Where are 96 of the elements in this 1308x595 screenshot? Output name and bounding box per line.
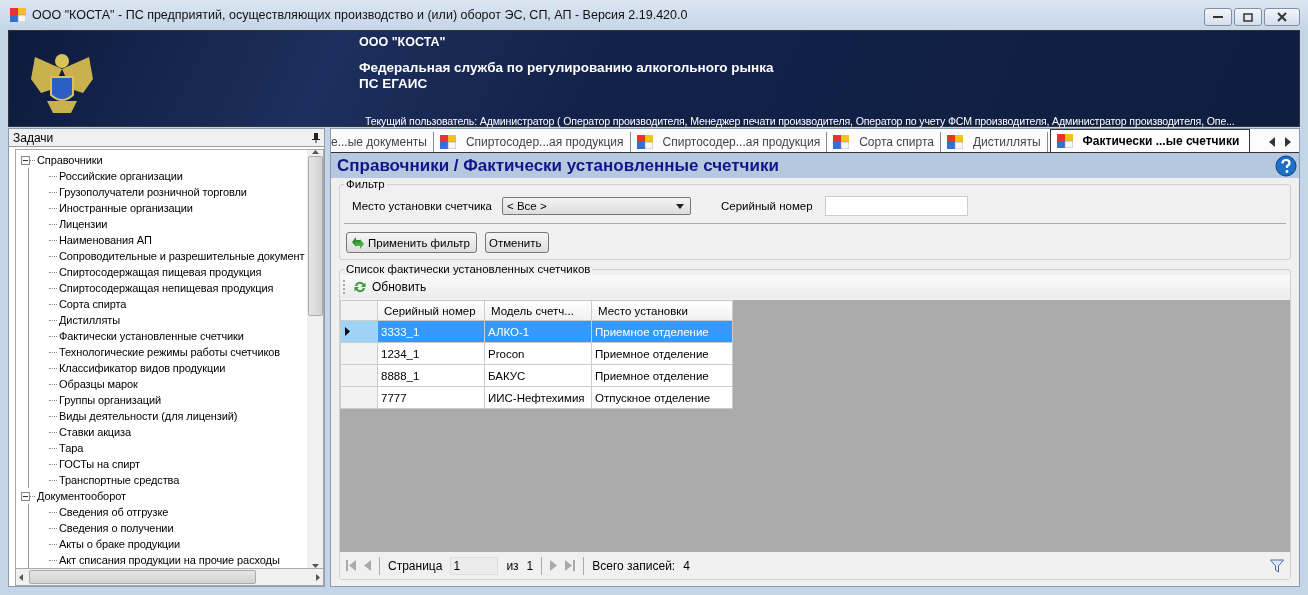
- pin-icon[interactable]: [312, 132, 320, 143]
- tree-item[interactable]: Сведения о получении: [59, 522, 174, 534]
- tree-item[interactable]: Технологические режимы работы счетчиков: [59, 346, 281, 358]
- close-icon: [1277, 12, 1287, 22]
- total-pages: 1: [526, 558, 534, 573]
- table-cell: 7777: [377, 386, 485, 409]
- tree-item[interactable]: Виды деятельности (для лицензий): [59, 410, 238, 422]
- tree-item[interactable]: Сорта спирта: [59, 298, 127, 310]
- document-tab[interactable]: Спиртосодер...ая продукция: [433, 132, 631, 152]
- dropdown-arrow-icon: [676, 203, 684, 209]
- collapse-icon[interactable]: [21, 491, 30, 501]
- table-cell: БАКУС: [484, 364, 592, 387]
- scroll-left-icon[interactable]: [1269, 137, 1276, 147]
- tree-item[interactable]: Тара: [59, 442, 84, 454]
- tree-item[interactable]: Сопроводительные и разрешительные документ: [59, 250, 305, 262]
- total-records-label: Всего записей:: [592, 558, 676, 573]
- minimize-icon: [1213, 15, 1223, 19]
- tree-item[interactable]: Лицензии: [59, 218, 108, 230]
- tree-item[interactable]: Документооборот: [37, 490, 126, 502]
- cancel-button[interactable]: Отменить: [484, 232, 549, 253]
- tree-item[interactable]: Транспортные средства: [59, 474, 180, 486]
- table-cell: Приемное отделение: [591, 364, 733, 387]
- location-dropdown[interactable]: < Все >: [502, 197, 691, 215]
- tree-item[interactable]: Спиртосодержащая пищевая продукция: [59, 266, 262, 278]
- field-label: Серийный номер: [721, 200, 813, 212]
- table-cell: Procon: [484, 342, 592, 365]
- tree-item[interactable]: ГОСТы на спирт: [59, 458, 141, 470]
- tree-item[interactable]: Образцы марок: [59, 378, 138, 390]
- tree-item[interactable]: Акты о браке продукции: [59, 538, 181, 550]
- collapse-icon[interactable]: [21, 155, 30, 165]
- filter-icon[interactable]: [1270, 558, 1284, 573]
- window-icon: [1056, 134, 1073, 148]
- window-icon: [10, 8, 26, 22]
- document-tab[interactable]: е...ые документы: [331, 132, 434, 152]
- tree-item[interactable]: Наименования АП: [59, 234, 152, 246]
- group-title: Список фактически установленных счетчиков: [345, 263, 592, 275]
- window-title: ООО "КОСТА" - ПС предприятий, осуществляющих производство и (или) оборот ЭС, СП, АП - Версия 2.19.420.0: [32, 8, 688, 22]
- arrows-icon: [350, 235, 366, 250]
- group-title: Фильтр: [345, 178, 386, 190]
- window-icon: [636, 135, 653, 149]
- column-header[interactable]: Модель счетч...: [484, 300, 592, 321]
- current-row-icon: [345, 326, 350, 336]
- tree-item[interactable]: Акт списания продукции на прочие расходы: [59, 554, 280, 566]
- tree-item[interactable]: Иностранные организации: [59, 202, 193, 214]
- tree-item[interactable]: Спиртосодержащая непищевая продукция: [59, 282, 274, 294]
- minimize-button[interactable]: [1204, 8, 1232, 26]
- maximize-icon: [1243, 12, 1253, 22]
- tree-item[interactable]: Справочники: [37, 154, 103, 166]
- page-label: Страница: [388, 558, 443, 573]
- tree-item[interactable]: Ставки акциза: [59, 426, 132, 438]
- vertical-scrollbar[interactable]: [307, 150, 323, 568]
- scroll-left-icon[interactable]: [19, 573, 23, 581]
- document-tab[interactable]: Сорта спирта: [827, 132, 941, 152]
- window-icon: [439, 135, 456, 149]
- table-cell: 8888_1: [377, 364, 485, 387]
- scroll-right-icon[interactable]: [1284, 137, 1291, 147]
- help-icon[interactable]: [1275, 154, 1297, 177]
- system-name: ПС ЕГАИС: [359, 76, 429, 92]
- scroll-up-icon[interactable]: [311, 150, 319, 154]
- refresh-button[interactable]: Обновить: [351, 279, 429, 294]
- tree-item[interactable]: Классификатор видов продукции: [59, 362, 226, 374]
- document-tab[interactable]: Дистилляты: [940, 132, 1048, 152]
- refresh-icon: [353, 279, 367, 294]
- current-user-text: Текущий пользователь: Администратор ( Оператор производителя, Менеджер печати производителя, Оператор по учету ФСМ производителя, Администратор производителя, Опе...: [365, 115, 1235, 127]
- horizontal-scrollbar[interactable]: [15, 568, 324, 586]
- table-cell: Отпускное отделение: [591, 386, 733, 409]
- tree-item[interactable]: Дистилляты: [59, 314, 120, 326]
- window-icon: [833, 135, 850, 149]
- window-icon: [946, 135, 963, 149]
- panel-title: Задачи: [13, 130, 54, 145]
- total-records: 4: [683, 558, 690, 573]
- tree-item[interactable]: Грузополучатели розничной торговли: [59, 186, 247, 198]
- serial-number-field[interactable]: [824, 196, 968, 216]
- table-cell: Приемное отделение: [591, 342, 733, 365]
- company-name: ООО "КОСТА": [359, 35, 447, 49]
- of-label: из: [506, 558, 519, 573]
- apply-filter-button[interactable]: Применить фильтр: [346, 232, 477, 253]
- page-number-field[interactable]: 1: [450, 556, 499, 575]
- close-button[interactable]: [1264, 8, 1300, 26]
- tree-item[interactable]: Группы организаций: [59, 394, 161, 406]
- column-header[interactable]: Серийный номер: [377, 300, 485, 321]
- table-cell: Приемное отделение: [591, 320, 733, 343]
- tree-item[interactable]: Сведения об отгрузке: [59, 506, 169, 518]
- scroll-right-icon[interactable]: [316, 573, 320, 581]
- page-title: Справочники / Фактически установленные счетчики: [337, 155, 779, 176]
- agency-name: Федеральная служба по регулированию алкогольного рынка: [359, 60, 774, 76]
- tree-item[interactable]: Фактически установленные счетчики: [59, 330, 244, 342]
- tree-item[interactable]: Российские организации: [59, 170, 183, 182]
- row-header[interactable]: [340, 320, 378, 343]
- field-label: Место установки счетчика: [352, 200, 492, 212]
- document-tab[interactable]: Фактически ...ые счетчики: [1049, 129, 1251, 152]
- document-tab[interactable]: Спиртосодер...ая продукция: [630, 132, 828, 152]
- table-cell: 1234_1: [377, 342, 485, 365]
- maximize-button[interactable]: [1234, 8, 1262, 26]
- column-header[interactable]: Место установки: [591, 300, 733, 321]
- table-cell: ИИС-Нефтехимия: [484, 386, 592, 409]
